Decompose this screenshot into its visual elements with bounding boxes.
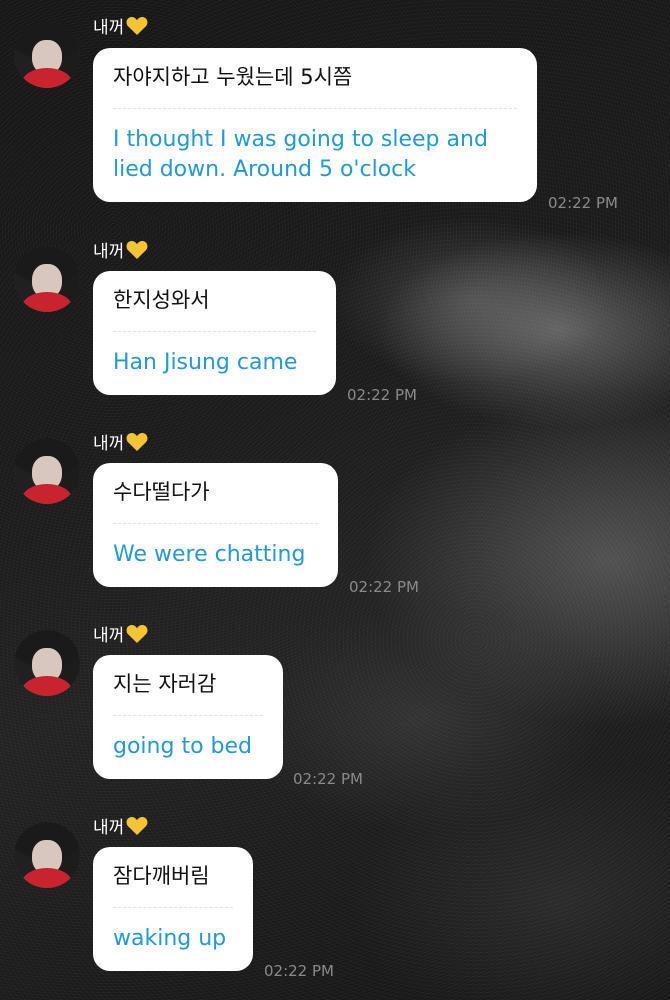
message-bubble[interactable]: 지는 자러감 going to bed [93, 655, 283, 779]
sender-name: 내꺼 [93, 16, 148, 42]
message-bubble[interactable]: 잠다깨버림 waking up [93, 847, 253, 971]
avatar[interactable] [14, 822, 80, 888]
yellow-heart-icon [126, 432, 148, 458]
yellow-heart-icon [126, 624, 148, 650]
message-bubble[interactable]: 수다떨다가 We were chatting [93, 463, 338, 587]
message-bubble[interactable]: 자야지하고 누웠는데 5시쯤 I thought I was going to … [93, 48, 537, 202]
translated-text: waking up [113, 926, 227, 951]
yellow-heart-icon [126, 816, 148, 842]
sender-name-text: 내꺼 [93, 18, 125, 38]
sender-name-text: 내꺼 [93, 626, 125, 646]
message-timestamp: 02:22 PM [347, 386, 417, 404]
message-bubble[interactable]: 한지성와서 Han Jisung came [93, 271, 336, 395]
translated-text: Han Jisung came [113, 350, 298, 375]
sender-name: 내꺼 [93, 624, 148, 650]
translated-text: We were chatting [113, 542, 306, 567]
sender-name: 내꺼 [93, 432, 148, 458]
message-timestamp: 02:22 PM [548, 194, 618, 212]
message-timestamp: 02:22 PM [293, 770, 363, 788]
translated-text: going to bed [113, 734, 252, 759]
original-text: 한지성와서 [113, 271, 316, 332]
sender-name-text: 내꺼 [93, 434, 125, 454]
original-text: 잠다깨버림 [113, 847, 233, 908]
yellow-heart-icon [126, 240, 148, 266]
sender-name-text: 내꺼 [93, 818, 125, 838]
avatar[interactable] [14, 246, 80, 312]
chat-thread[interactable]: 내꺼 자야지하고 누웠는데 5시쯤 I thought I was going … [0, 0, 670, 1000]
original-text: 지는 자러감 [113, 655, 263, 716]
avatar[interactable] [14, 438, 80, 504]
sender-name: 내꺼 [93, 816, 148, 842]
sender-name: 내꺼 [93, 240, 148, 266]
original-text: 자야지하고 누웠는데 5시쯤 [113, 48, 517, 109]
message-timestamp: 02:22 PM [264, 962, 334, 980]
yellow-heart-icon [126, 16, 148, 42]
avatar[interactable] [14, 22, 80, 88]
translated-text: I thought I was going to sleep and lied … [113, 127, 488, 182]
sender-name-text: 내꺼 [93, 242, 125, 262]
avatar[interactable] [14, 630, 80, 696]
message-timestamp: 02:22 PM [349, 578, 419, 596]
original-text: 수다떨다가 [113, 463, 318, 524]
